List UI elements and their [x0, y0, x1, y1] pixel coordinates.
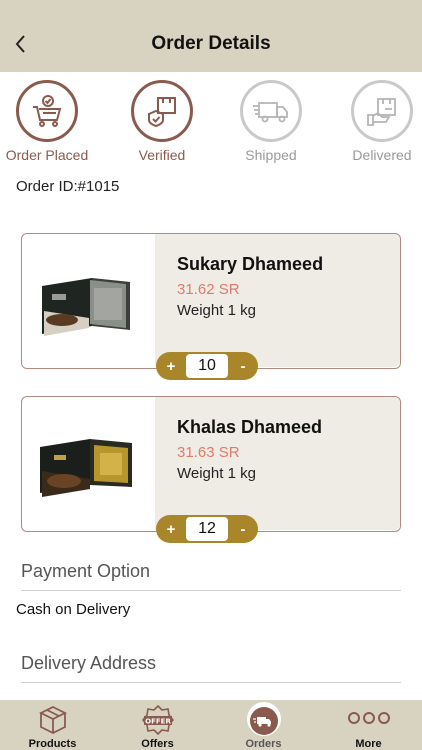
order-progress: Order Placed Verified Shipped Delivered — [0, 80, 422, 170]
product-weight: Weight 1 kg — [177, 302, 256, 319]
product-weight: Weight 1 kg — [177, 465, 256, 482]
verified-box-icon — [131, 80, 193, 142]
step-label: Verified — [138, 147, 186, 163]
product-name: Khalas Dhameed — [177, 417, 323, 437]
step-shipped: Shipped — [221, 80, 321, 163]
decrement-button[interactable]: - — [228, 521, 258, 538]
box-icon — [37, 704, 69, 741]
product-name: Sukary Dhameed — [177, 254, 324, 274]
delivered-box-icon — [351, 80, 413, 142]
quantity-value: 12 — [186, 517, 228, 541]
cart-check-icon — [16, 80, 78, 142]
payment-method: Cash on Delivery — [16, 601, 131, 618]
product-price: 31.62 SR — [177, 281, 240, 298]
step-label: Order Placed — [5, 147, 89, 163]
header-bar: Order Details — [0, 0, 422, 72]
tab-label: Offers — [141, 738, 174, 750]
divider — [21, 682, 401, 683]
svg-text:OFFER: OFFER — [145, 718, 171, 726]
tab-label: Products — [28, 738, 77, 750]
quantity-value: 10 — [186, 354, 228, 378]
step-delivered: Delivered — [332, 80, 422, 163]
tab-offers[interactable]: OFFER Offers — [105, 700, 210, 750]
product-price: 31.63 SR — [177, 444, 240, 461]
divider — [21, 590, 401, 591]
product-info: Sukary Dhameed 31.62 SR Weight 1 kg — [155, 234, 400, 367]
delivery-address-title: Delivery Address — [21, 653, 157, 673]
tab-orders[interactable]: Orders — [211, 700, 316, 750]
delivery-truck-icon — [249, 707, 278, 740]
more-dots-icon — [347, 710, 391, 731]
quantity-stepper: + 10 - — [156, 352, 258, 380]
decrement-button[interactable]: - — [228, 358, 258, 375]
step-verified: Verified — [112, 80, 212, 163]
step-label: Delivered — [352, 147, 412, 163]
quantity-stepper: + 12 - — [156, 515, 258, 543]
increment-button[interactable]: + — [156, 521, 186, 538]
order-item-card: Sukary Dhameed 31.62 SR Weight 1 kg + 10… — [21, 233, 401, 380]
product-image — [22, 234, 155, 367]
increment-button[interactable]: + — [156, 358, 186, 375]
order-item-card: Khalas Dhameed 31.63 SR Weight 1 kg + 12… — [21, 396, 401, 543]
page-title: Order Details — [151, 33, 271, 54]
order-id: Order ID:#1015 — [16, 178, 120, 195]
tab-more[interactable]: More — [316, 700, 421, 750]
step-label: Shipped — [245, 147, 297, 163]
offer-badge-icon: OFFER — [141, 704, 175, 741]
tab-label: Orders — [245, 738, 282, 750]
product-info: Khalas Dhameed 31.63 SR Weight 1 kg — [155, 397, 400, 530]
tab-label: More — [355, 738, 382, 750]
bottom-tab-bar: Products OFFER Offers Orders More — [0, 700, 422, 750]
step-order-placed: Order Placed — [0, 80, 97, 163]
tab-products[interactable]: Products — [0, 700, 105, 750]
truck-icon — [240, 80, 302, 142]
payment-option-title: Payment Option — [21, 561, 151, 581]
product-image — [22, 397, 155, 530]
